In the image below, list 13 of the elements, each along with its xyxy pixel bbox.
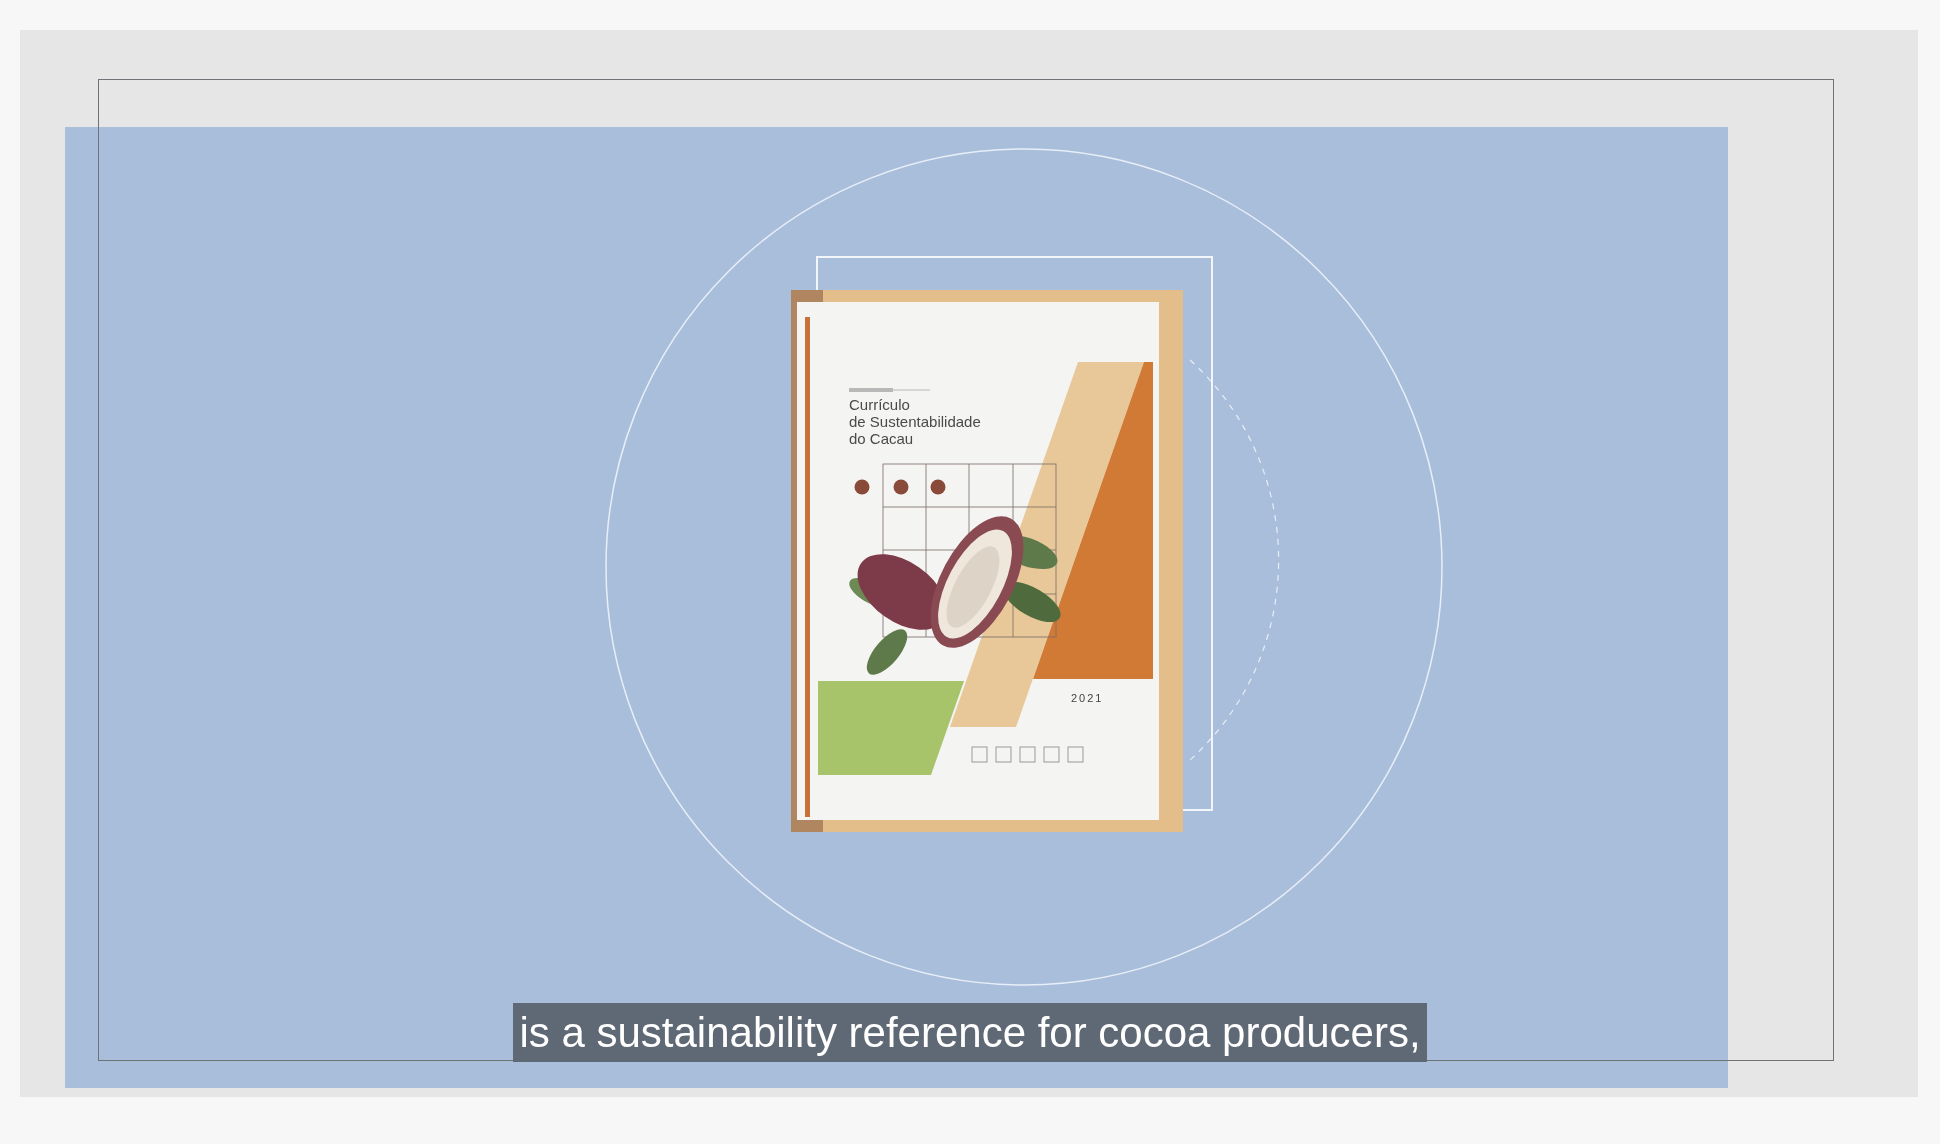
caption: is a sustainability reference for cocoa producers,: [513, 1003, 1427, 1062]
small-square: [1067, 746, 1084, 763]
small-square: [1019, 746, 1036, 763]
book-year: 2021: [1071, 691, 1104, 706]
dot: [854, 479, 870, 495]
dot: [930, 479, 946, 495]
small-square: [995, 746, 1012, 763]
book-title: Currículo: [849, 396, 911, 413]
book-title: do Cacau: [849, 430, 915, 447]
dot: [893, 479, 909, 495]
small-square: [1043, 746, 1060, 763]
book-title: de Sustentabilidade: [849, 413, 981, 430]
small-square: [971, 746, 988, 763]
